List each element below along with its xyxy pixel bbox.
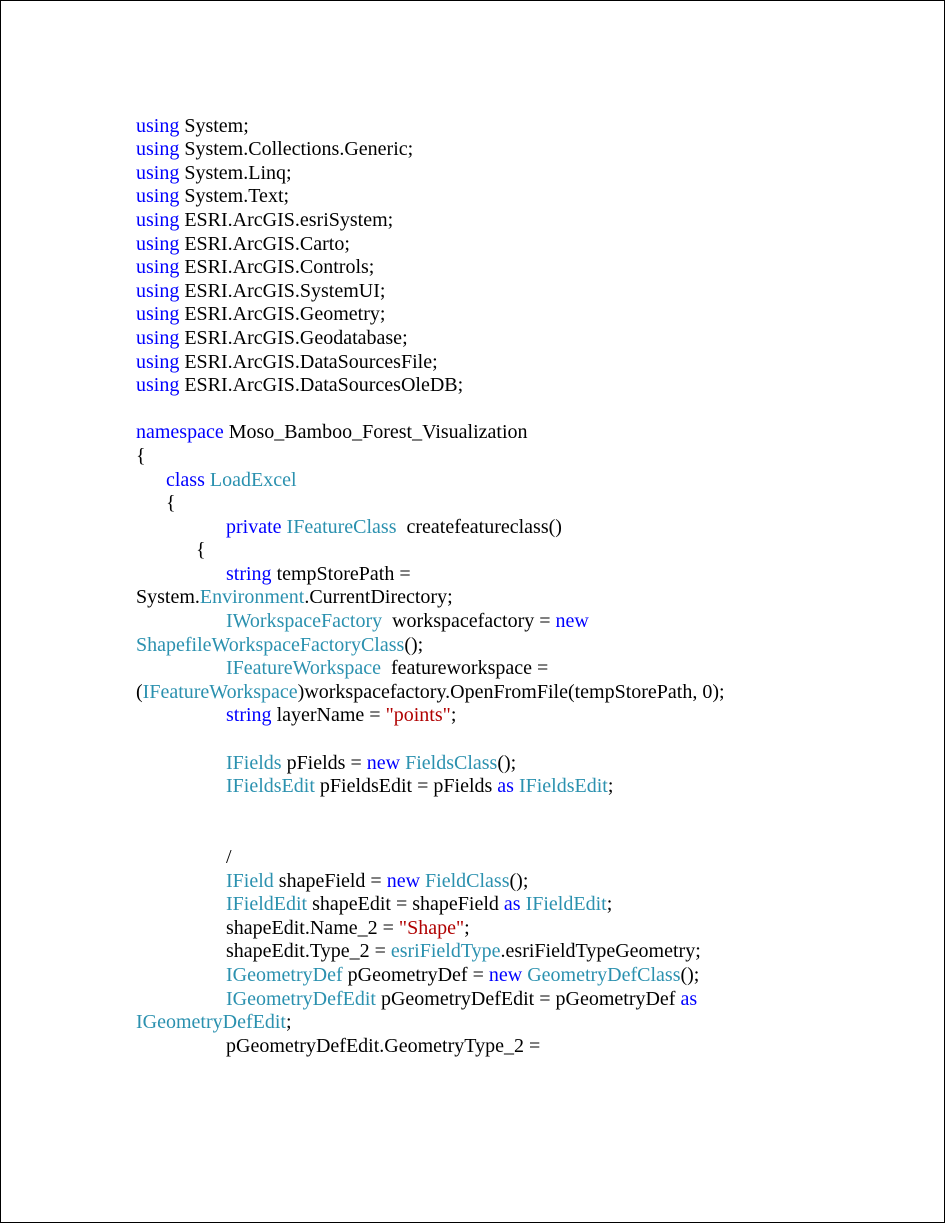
keyword: new (387, 870, 420, 892)
keyword: as (680, 988, 697, 1010)
text: ; (464, 917, 470, 939)
text: ( (136, 681, 143, 703)
text: Moso_Bamboo_Forest_Visualization (229, 421, 528, 443)
keyword: new (556, 610, 589, 632)
text: System.Text (184, 185, 283, 207)
type: Environment (200, 586, 304, 608)
text: ESRI.ArcGIS.DataSourcesOleDB (184, 374, 457, 396)
type: FieldClass (425, 870, 509, 892)
text: ESRI.ArcGIS.SystemUI (184, 280, 380, 302)
keyword: new (367, 752, 400, 774)
type: LoadExcel (210, 469, 297, 491)
string-literal: "points" (386, 704, 451, 726)
type: FieldsClass (405, 752, 497, 774)
type: IField (226, 870, 274, 892)
type: esriFieldType (391, 940, 501, 962)
text: ESRI.ArcGIS.Carto (184, 233, 344, 255)
text: workspacefactory = (392, 610, 550, 632)
keyword: class (166, 469, 205, 491)
text: / (226, 846, 232, 868)
type: IFieldsEdit (226, 775, 315, 797)
string-literal: "Shape" (399, 917, 464, 939)
text: ESRI.ArcGIS.Controls (184, 256, 368, 278)
keyword: as (504, 893, 521, 915)
keyword: namespace (136, 421, 224, 443)
keyword: using (136, 115, 179, 137)
type: IGeometryDef (226, 964, 343, 986)
text: pFields = (287, 752, 362, 774)
type: IGeometryDefEdit (136, 1011, 286, 1033)
text: pGeometryDefEdit = pGeometryDef (381, 988, 676, 1010)
text: System (184, 115, 243, 137)
text: pGeometryDefEdit.GeometryType_2 = (226, 1035, 540, 1057)
text: (); (497, 752, 516, 774)
text: tempStorePath = (277, 563, 411, 585)
keyword: using (136, 374, 179, 396)
text: ; (286, 1011, 292, 1033)
type: GeometryDefClass (527, 964, 680, 986)
type: IGeometryDefEdit (226, 988, 376, 1010)
keyword: using (136, 185, 179, 207)
code-block: using System; using System.Collections.G… (136, 91, 814, 1058)
keyword: private (226, 516, 282, 538)
keyword: using (136, 280, 179, 302)
text: shapeEdit.Name_2 = (226, 917, 394, 939)
text: featureworkspace = (391, 657, 548, 679)
text: (); (510, 870, 529, 892)
type: ShapefileWorkspaceFactoryClass (136, 634, 404, 656)
keyword: as (497, 775, 514, 797)
text: layerName = (277, 704, 381, 726)
text: ; (607, 893, 613, 915)
text: )workspacefactory.OpenFromFile(tempStore… (298, 681, 725, 703)
text: (); (680, 964, 699, 986)
text: .CurrentDirectory; (304, 586, 452, 608)
type: IFeatureClass (287, 516, 397, 538)
keyword: new (489, 964, 522, 986)
type: IFieldEdit (226, 893, 307, 915)
text: ESRI.ArcGIS.esriSystem (184, 209, 387, 231)
text: pGeometryDef = (348, 964, 484, 986)
text: System.Linq (184, 162, 286, 184)
type: IFieldsEdit (519, 775, 608, 797)
text: .esriFieldTypeGeometry; (501, 940, 701, 962)
keyword: using (136, 303, 179, 325)
keyword: using (136, 256, 179, 278)
text: shapeEdit = shapeField (312, 893, 499, 915)
text: shapeEdit.Type_2 = (226, 940, 386, 962)
text: shapeField = (279, 870, 382, 892)
text: pFieldsEdit = pFields (320, 775, 492, 797)
type: IWorkspaceFactory (226, 610, 382, 632)
type: IFeatureWorkspace (226, 657, 381, 679)
type: IFieldEdit (526, 893, 607, 915)
keyword: using (136, 327, 179, 349)
text: createfeatureclass() (407, 516, 562, 538)
keyword: using (136, 162, 179, 184)
type: IFields (226, 752, 282, 774)
text: ; (608, 775, 614, 797)
text: ESRI.ArcGIS.Geodatabase (184, 327, 402, 349)
text: System.Collections.Generic (184, 138, 407, 160)
keyword: using (136, 138, 179, 160)
keyword: string (226, 563, 272, 585)
text: System. (136, 586, 200, 608)
keyword: using (136, 351, 179, 373)
keyword: using (136, 233, 179, 255)
document-page: using System; using System.Collections.G… (0, 0, 945, 1223)
keyword: string (226, 704, 272, 726)
text: ESRI.ArcGIS.Geometry (184, 303, 380, 325)
keyword: using (136, 209, 179, 231)
text: ESRI.ArcGIS.DataSourcesFile (184, 351, 432, 373)
text: ; (451, 704, 457, 726)
text: (); (404, 634, 423, 656)
type: IFeatureWorkspace (143, 681, 298, 703)
